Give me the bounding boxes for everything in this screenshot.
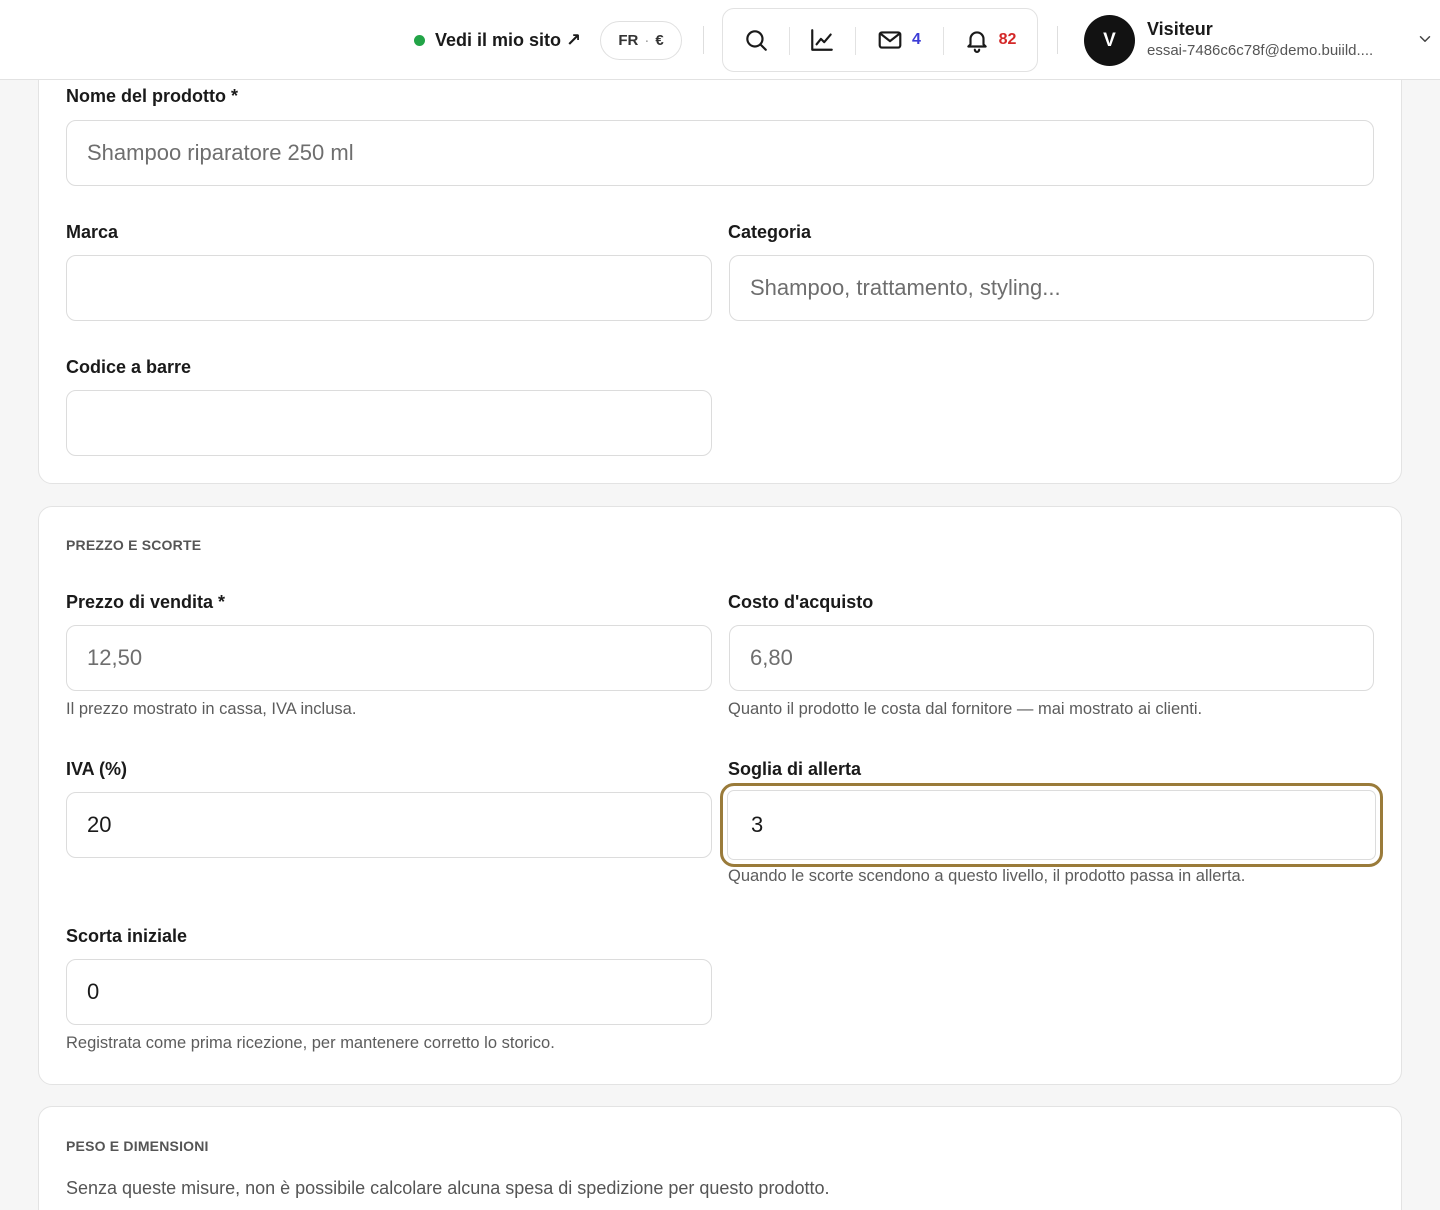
- locale-switcher[interactable]: FR · €: [600, 21, 682, 60]
- locale-separator: ·: [644, 32, 650, 49]
- brand-input[interactable]: [66, 255, 712, 321]
- messages-count: 4: [912, 31, 921, 48]
- notifications-button[interactable]: 82: [943, 9, 1037, 71]
- language-code: FR: [618, 32, 639, 49]
- header-divider: [1057, 26, 1058, 54]
- product-name-input[interactable]: [66, 120, 1374, 186]
- weight-dimensions-description: Senza queste misure, non è possibile cal…: [66, 1178, 830, 1198]
- header-divider: [703, 26, 704, 54]
- sale-price-help: Il prezzo mostrato in cassa, IVA inclusa…: [66, 700, 357, 718]
- initial-stock-input[interactable]: [66, 959, 712, 1025]
- product-name-label: Nome del prodotto *: [66, 86, 238, 106]
- alert-threshold-help: Quando le scorte scendono a questo livel…: [728, 867, 1246, 885]
- search-icon: [746, 30, 767, 51]
- vat-label: IVA (%): [66, 759, 127, 779]
- mail-icon: [878, 31, 902, 49]
- view-site-label: Vedi il mio sito ↗: [435, 29, 582, 50]
- barcode-input[interactable]: [66, 390, 712, 456]
- price-stock-section-title: PREZZO E SCORTE: [66, 537, 202, 553]
- header-icon-group: 4 82: [722, 8, 1038, 72]
- currency-symbol: €: [655, 32, 664, 49]
- search-button[interactable]: [723, 9, 789, 71]
- initial-stock-label: Scorta iniziale: [66, 926, 188, 946]
- view-site-link[interactable]: Vedi il mio sito ↗: [414, 26, 581, 54]
- user-name: Visiteur: [1147, 19, 1213, 39]
- purchase-cost-help: Quanto il prodotto le costa dal fornitor…: [728, 700, 1203, 718]
- purchase-cost-input[interactable]: [729, 625, 1374, 691]
- top-bar: Vedi il mio sito ↗ FR · € 4 82 V Visiteu…: [0, 0, 1440, 80]
- purchase-cost-label: Costo d'acquisto: [728, 592, 874, 612]
- category-label: Categoria: [728, 222, 812, 242]
- initial-stock-help: Registrata come prima ricezione, per man…: [66, 1034, 555, 1052]
- chevron-down-icon[interactable]: [1416, 30, 1434, 48]
- bell-icon: [966, 31, 987, 53]
- sale-price-input[interactable]: [66, 625, 712, 691]
- sale-price-label: Prezzo di vendita *: [66, 592, 226, 612]
- statistics-button[interactable]: [789, 9, 855, 71]
- notifications-count: 82: [998, 31, 1017, 48]
- avatar[interactable]: V: [1084, 15, 1135, 66]
- brand-label: Marca: [66, 222, 119, 242]
- barcode-label: Codice a barre: [66, 357, 192, 377]
- category-input[interactable]: [729, 255, 1374, 321]
- user-email: essai-7486c6c78f@demo.buiild....: [1147, 42, 1374, 59]
- messages-button[interactable]: 4: [855, 9, 943, 71]
- alert-threshold-input[interactable]: [720, 783, 1383, 867]
- alert-threshold-label: Soglia di allerta: [728, 759, 862, 779]
- vat-input[interactable]: [66, 792, 712, 858]
- chart-line-icon: [811, 29, 833, 51]
- online-status-dot: [414, 34, 425, 46]
- weight-dimensions-section-title: PESO E DIMENSIONI: [66, 1138, 209, 1154]
